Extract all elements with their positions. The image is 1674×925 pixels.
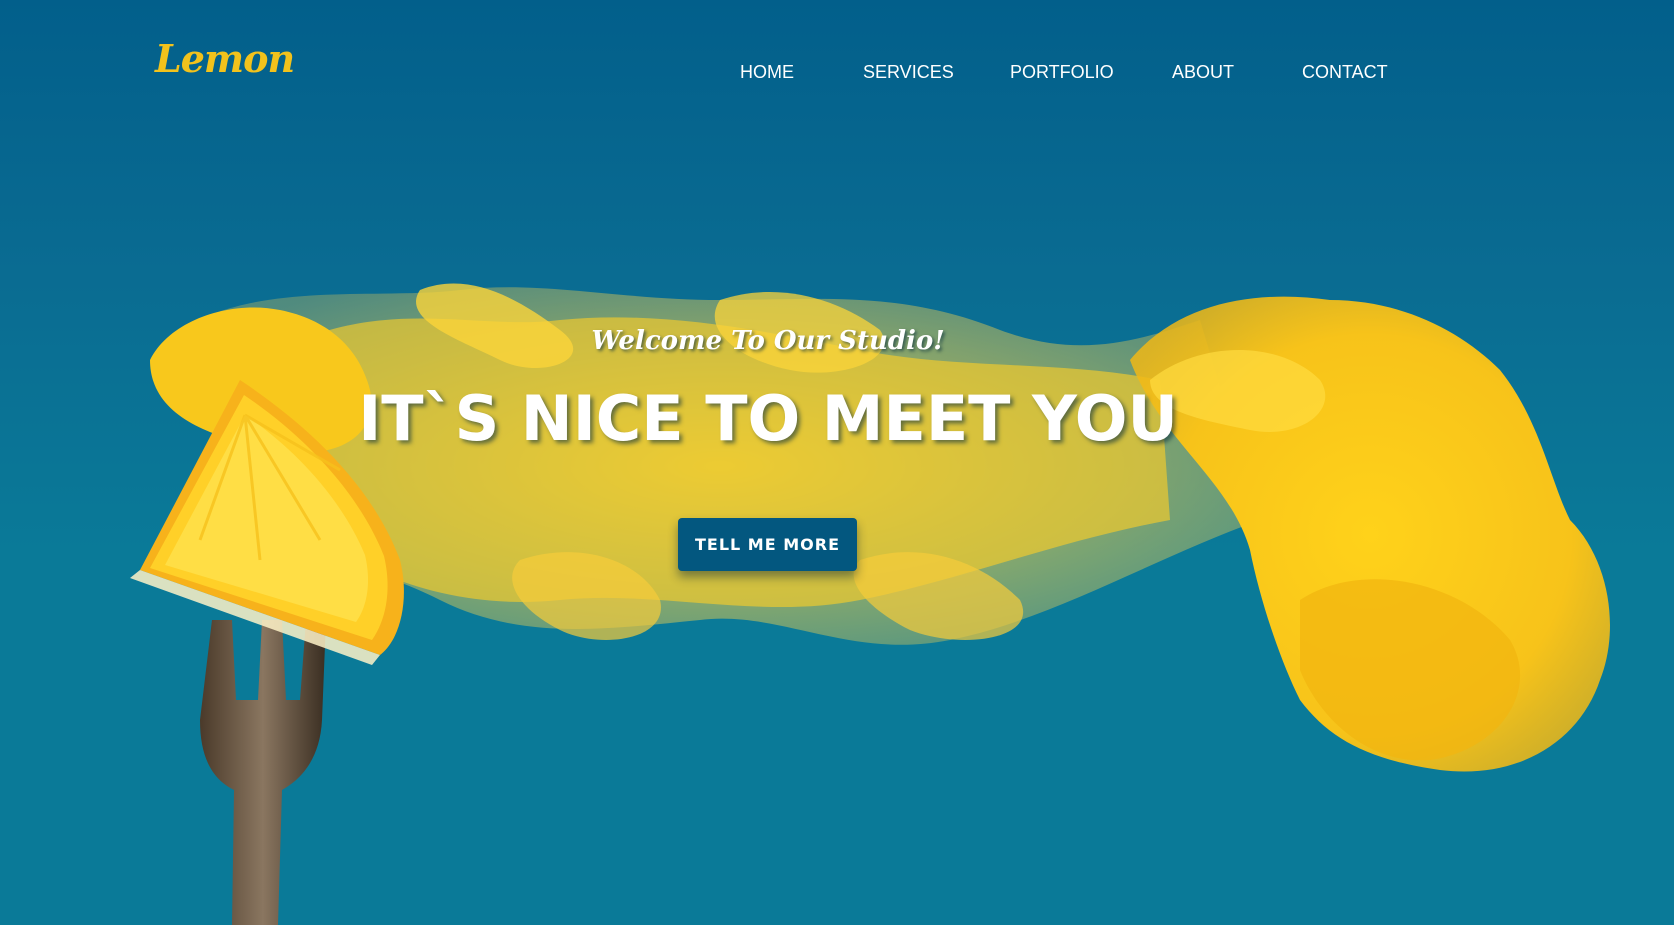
tell-me-more-button[interactable]: TELL ME MORE xyxy=(678,518,857,571)
nav-item-contact[interactable]: CONTACT xyxy=(1302,62,1388,83)
hero-headline: IT`S NICE TO MEET YOU xyxy=(358,382,1178,455)
hero-intro: Welcome To Our Studio! IT`S NICE TO MEET… xyxy=(0,326,1536,455)
nav-item-home[interactable]: HOME xyxy=(740,62,794,83)
hero-background-image xyxy=(130,283,1610,925)
hero-welcome-text: Welcome To Our Studio! xyxy=(591,326,945,356)
nav-item-about[interactable]: ABOUT xyxy=(1172,62,1234,83)
nav-item-services[interactable]: SERVICES xyxy=(863,62,954,83)
brand-logo[interactable]: Lemon xyxy=(155,36,295,81)
hero-section: Lemon HOME SERVICES PORTFOLIO ABOUT CONT… xyxy=(0,0,1674,925)
nav-item-portfolio[interactable]: PORTFOLIO xyxy=(1010,62,1114,83)
